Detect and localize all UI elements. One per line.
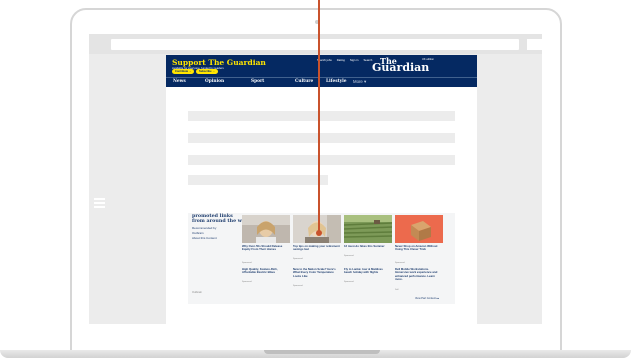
about-content-link[interactable]: About this Content bbox=[192, 236, 217, 240]
recommended-by: Recommended by bbox=[192, 226, 217, 230]
card-source: Sponsored bbox=[344, 281, 354, 283]
view-more-link[interactable]: View Part Content ▸▸ bbox=[415, 297, 439, 300]
edition-picker[interactable]: UK edition bbox=[422, 58, 434, 61]
search-link[interactable]: Search bbox=[363, 58, 372, 62]
hamburger-menu-icon[interactable] bbox=[94, 198, 105, 208]
promo-title-line2: from around the web bbox=[192, 218, 249, 225]
address-bar[interactable] bbox=[111, 39, 519, 50]
card-source: Sponsored bbox=[242, 262, 252, 264]
loading-placeholder bbox=[188, 133, 455, 143]
outbrain-label: Outbrain bbox=[192, 291, 202, 294]
primary-nav: News Opinion Sport Culture Lifestyle Mor… bbox=[166, 78, 477, 87]
nav-opinion[interactable]: Opinion bbox=[205, 79, 224, 84]
card-source: Dell bbox=[395, 289, 399, 291]
loading-placeholder bbox=[188, 155, 455, 165]
card-title[interactable]: Never Shop on Amazon Without Using This … bbox=[395, 244, 442, 252]
card-source: Sponsored bbox=[242, 281, 252, 283]
card-source: Sponsored bbox=[395, 262, 405, 264]
card-title[interactable]: New to the Nation Scale? Here's What Eve… bbox=[293, 267, 340, 278]
callout-line bbox=[318, 0, 320, 233]
browser-menu-button[interactable] bbox=[527, 39, 542, 50]
card-title[interactable]: High Quality, Feature-Rich, Affordable E… bbox=[242, 267, 289, 275]
card-image-box[interactable] bbox=[395, 215, 443, 243]
loading-placeholder bbox=[188, 175, 328, 185]
contribute-button[interactable]: Contribute → bbox=[172, 69, 195, 74]
nav-lifestyle[interactable]: Lifestyle bbox=[326, 79, 347, 84]
card-source: Sponsored bbox=[293, 285, 303, 287]
sign-in-link[interactable]: Sign in bbox=[350, 58, 359, 62]
card-source: Sponsored bbox=[293, 258, 303, 260]
card-title[interactable]: Top tips on making your retirement savin… bbox=[293, 244, 340, 252]
stage: Support The Guardian Available for every… bbox=[0, 0, 631, 358]
browser-toolbar bbox=[89, 34, 542, 54]
logo-guardian: Guardian bbox=[372, 61, 430, 74]
top-links: Search jobs Dating Sign in Search bbox=[317, 58, 372, 62]
nav-culture[interactable]: Culture bbox=[295, 79, 313, 84]
card-title[interactable]: 12 must-do hikes this Summer bbox=[344, 244, 391, 248]
card-title[interactable]: Fly to Lanka: tour & Maldives beach holi… bbox=[344, 267, 391, 275]
promoted-links-panel: promoted links from around the web Recom… bbox=[188, 213, 455, 304]
card-source: Sponsored bbox=[344, 255, 354, 257]
site-header: Support The Guardian Available for every… bbox=[166, 55, 477, 87]
card-image-portrait[interactable] bbox=[293, 215, 341, 243]
card-title[interactable]: Why Over-50s Should Release Equity From … bbox=[242, 244, 289, 252]
card-image-fields[interactable] bbox=[344, 215, 392, 243]
nav-more[interactable]: More ▾ bbox=[353, 79, 366, 85]
card-image-woman[interactable] bbox=[242, 215, 290, 243]
loading-placeholder bbox=[188, 111, 455, 121]
subscribe-button[interactable]: Subscribe → bbox=[196, 69, 218, 74]
provider-link[interactable]: Outbrain bbox=[192, 231, 204, 235]
guardian-page: Support The Guardian Available for every… bbox=[166, 55, 477, 330]
nav-sport[interactable]: Sport bbox=[251, 79, 264, 84]
dating-link[interactable]: Dating bbox=[337, 58, 345, 62]
laptop-notch bbox=[264, 350, 380, 354]
promo-heading: promoted links from around the web bbox=[192, 213, 249, 225]
card-title[interactable]: Dell Mobile Workstations. Immersive work… bbox=[395, 267, 442, 281]
nav-news[interactable]: News bbox=[173, 79, 186, 84]
callout-dot bbox=[316, 230, 322, 236]
